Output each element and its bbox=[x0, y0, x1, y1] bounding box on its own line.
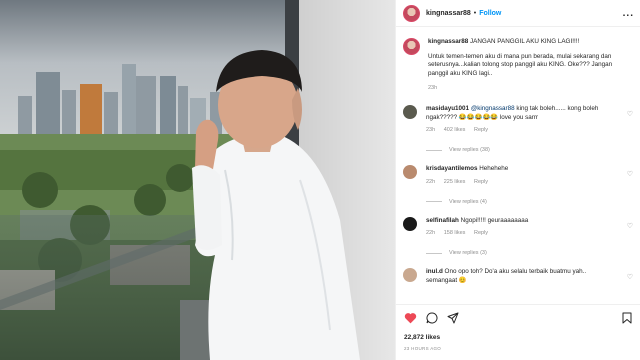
more-options-icon[interactable]: ... bbox=[623, 8, 634, 19]
comment-likes[interactable]: 158 likes bbox=[444, 230, 466, 236]
header-username[interactable]: kingnassar88 bbox=[426, 10, 471, 17]
comment-username[interactable]: krisdayantilemos bbox=[426, 165, 477, 172]
heart-icon[interactable] bbox=[404, 312, 417, 324]
caption: kingnassar88 JANGAN PANGGIL AKU KING LAG… bbox=[403, 28, 633, 91]
share-icon[interactable] bbox=[447, 312, 459, 324]
view-replies-label: View replies (38) bbox=[449, 147, 490, 153]
replies-divider bbox=[426, 201, 442, 202]
comments-list[interactable]: kingnassar88 JANGAN PANGGIL AKU KING LAG… bbox=[396, 28, 640, 304]
follow-button[interactable]: Follow bbox=[479, 10, 501, 17]
comment-emoji: 😂😂😂😂😂 bbox=[458, 113, 499, 121]
comment-time: 23h bbox=[426, 127, 436, 133]
comment-heart-icon[interactable]: ♡ bbox=[627, 170, 633, 178]
comment-icon[interactable] bbox=[426, 312, 438, 324]
comment-likes[interactable]: 402 likes bbox=[444, 127, 466, 133]
post-actions: 22,872 likes 23 HOURS AGO bbox=[396, 304, 640, 360]
view-replies-label: View replies (4) bbox=[449, 198, 487, 205]
post-header: kingnassar88 • Follow ... bbox=[396, 0, 640, 27]
comment-tail: love you sarrr bbox=[499, 113, 539, 121]
comment-text: Ngopi!!!!! geuraaaaaaaa bbox=[460, 216, 529, 224]
bookmark-icon[interactable] bbox=[622, 312, 632, 324]
comment-text: Ono opo toh? Do'a aku selalu terbaik bua… bbox=[426, 268, 587, 284]
comment-mention[interactable]: @kingnassar88 bbox=[471, 105, 515, 112]
comment-time: 22h bbox=[426, 230, 436, 236]
comment-username[interactable]: masidayu1001 bbox=[426, 105, 469, 112]
comment-item: inul.d Ono opo toh? Do'a aku selalu terb… bbox=[403, 268, 633, 285]
comment-time: 22h bbox=[426, 178, 436, 185]
replies-divider bbox=[426, 149, 442, 151]
caption-headline: JANGAN PANGGIL AKU KING LAGI!!!! bbox=[470, 38, 580, 45]
caption-text: Untuk temen-temen aku di mana pun berada… bbox=[428, 52, 613, 77]
replies-divider bbox=[426, 252, 442, 254]
caption-username[interactable]: kingnassar88 bbox=[428, 38, 468, 45]
comment-avatar[interactable] bbox=[403, 105, 417, 119]
caption-time: 23h bbox=[428, 85, 438, 91]
post-photo bbox=[0, 0, 395, 360]
comment-avatar[interactable] bbox=[403, 216, 417, 231]
view-replies-button[interactable]: View replies (3) bbox=[426, 250, 619, 256]
comment-likes[interactable]: 225 likes bbox=[444, 179, 466, 185]
comment-heart-icon[interactable]: ♡ bbox=[627, 110, 633, 118]
comment-username[interactable]: selfinafilah bbox=[426, 217, 459, 224]
view-replies-button[interactable]: View replies (38) bbox=[426, 147, 619, 153]
separator-dot: • bbox=[473, 9, 477, 17]
reply-button[interactable]: Reply bbox=[474, 179, 488, 185]
reply-button[interactable]: Reply bbox=[474, 230, 488, 236]
comment-item: selfinafilah Ngopi!!!!! geuraaaaaaaa 22h… bbox=[403, 216, 633, 256]
comment-heart-icon[interactable]: ♡ bbox=[627, 222, 633, 230]
view-replies-button[interactable]: View replies (4) bbox=[426, 199, 619, 205]
reply-button[interactable]: Reply bbox=[474, 127, 488, 133]
avatar[interactable] bbox=[403, 4, 420, 22]
comment-avatar[interactable] bbox=[403, 268, 417, 282]
comment-heart-icon[interactable]: ♡ bbox=[627, 273, 633, 281]
comment-avatar[interactable] bbox=[403, 165, 417, 179]
caption-avatar[interactable] bbox=[403, 38, 420, 55]
comment-item: krisdayantilemos Hehehehe 22h 225 likes … bbox=[403, 165, 633, 205]
comment-item: masidayu1001 @kingnassar88 king tak bole… bbox=[403, 105, 633, 153]
post-sidebar: kingnassar88 • Follow ... kingnassar88 J… bbox=[395, 0, 640, 360]
comment-username[interactable]: inul.d bbox=[426, 268, 443, 275]
comment-text: Hehehehe bbox=[479, 165, 509, 172]
view-replies-label: View replies (3) bbox=[449, 250, 487, 256]
comment-emoji: 😊 bbox=[458, 276, 467, 284]
post-timestamp: 23 HOURS AGO bbox=[404, 346, 442, 351]
likes-count[interactable]: 22,872 likes bbox=[404, 334, 632, 341]
